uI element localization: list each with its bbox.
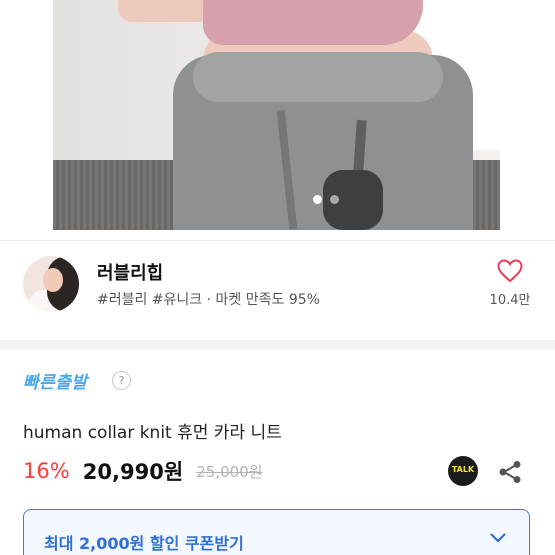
share-icon[interactable] (497, 459, 523, 485)
product-image[interactable] (53, 0, 500, 230)
original-price: 25,000원 (196, 462, 263, 481)
coupon-button[interactable]: 최대 2,000원 할인 쿠폰받기 (23, 509, 530, 555)
shop-info-row[interactable]: 러블리힙 #러블리 #유니크 · 마켓 만족도 95% 10.4만 (0, 240, 555, 340)
shop-avatar[interactable] (23, 256, 79, 312)
price-row: 16% 20,990원 25,000원 (23, 456, 263, 486)
chevron-down-icon (490, 533, 506, 543)
heart-icon (497, 259, 523, 283)
like-count: 10.4만 (489, 293, 531, 308)
coupon-label: 최대 2,000원 할인 쿠폰받기 (44, 534, 244, 553)
kakao-talk-icon[interactable]: TALK (448, 456, 478, 486)
fast-delivery-badge: 빠른출발 (23, 373, 88, 393)
section-divider (0, 340, 555, 350)
shop-name[interactable]: 러블리힙 (97, 259, 163, 285)
photo-waistband (193, 52, 443, 102)
shop-tags: #러블리 #유니크 · 마켓 만족도 95% (97, 292, 320, 308)
carousel-indicator (313, 195, 339, 204)
photo-top (203, 0, 423, 45)
like-button[interactable]: 10.4만 (482, 259, 538, 308)
photo-arm (118, 0, 213, 22)
carousel-dot-active[interactable] (313, 195, 322, 204)
product-title: human collar knit 휴먼 카라 니트 (23, 423, 282, 443)
carousel-dot[interactable] (330, 195, 339, 204)
sale-price: 20,990원 (82, 460, 184, 484)
discount-rate: 16% (23, 459, 70, 483)
help-icon[interactable]: ? (112, 371, 131, 390)
talk-label: TALK (451, 465, 475, 474)
